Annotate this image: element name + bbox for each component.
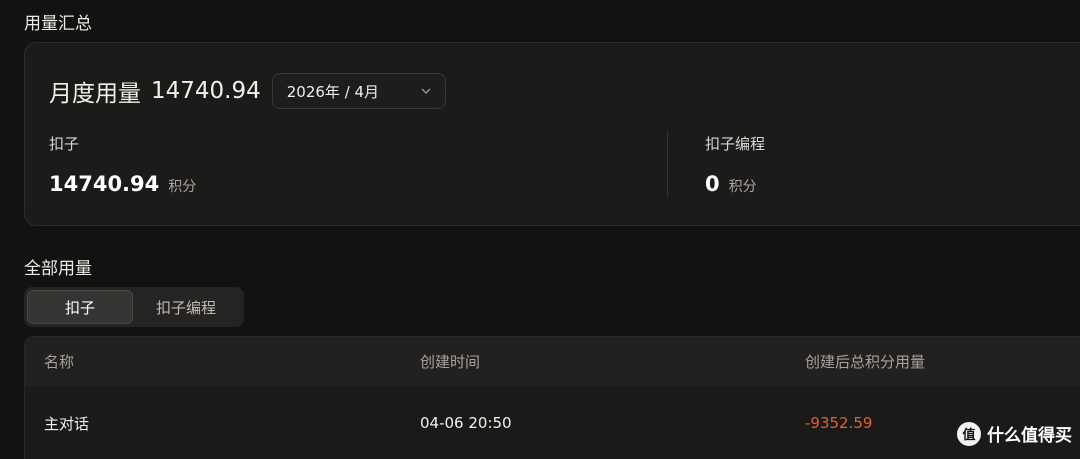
usage-summary-card: 月度用量 14740.94 2026年 / 4月 扣子 14740.94 积分 … bbox=[24, 42, 1080, 226]
stat-divider bbox=[667, 131, 668, 197]
monthly-usage-row: 月度用量 14740.94 2026年 / 4月 bbox=[49, 73, 446, 109]
stat-name: 扣子编程 bbox=[705, 135, 766, 153]
usage-tabs: 扣子 扣子编程 bbox=[24, 287, 244, 327]
column-header-usage[interactable]: 创建后总积分用量 bbox=[805, 351, 925, 372]
table-row[interactable]: 主对话 04-06 20:50 -9352.59 bbox=[25, 386, 1080, 459]
usage-page: 用量汇总 月度用量 14740.94 2026年 / 4月 扣子 14740.9… bbox=[0, 0, 1080, 459]
monthly-usage-value: 14740.94 bbox=[151, 78, 261, 104]
summary-section-title: 用量汇总 bbox=[24, 14, 92, 34]
tab-kouzi-coding[interactable]: 扣子编程 bbox=[133, 290, 239, 324]
stat-unit: 积分 bbox=[728, 179, 757, 195]
row-usage: -9352.59 bbox=[805, 414, 873, 432]
month-select-value: 2026年 / 4月 bbox=[286, 82, 380, 101]
stat-value: 0 bbox=[705, 172, 720, 196]
column-header-name[interactable]: 名称 bbox=[44, 351, 74, 372]
month-select[interactable]: 2026年 / 4月 bbox=[271, 73, 446, 109]
usage-table: 名称 创建时间 创建后总积分用量 主对话 04-06 20:50 -9352.5… bbox=[24, 336, 1080, 459]
all-usage-section-title: 全部用量 bbox=[24, 259, 92, 279]
watermark-text: 什么值得买 bbox=[987, 426, 1072, 446]
stat-kouzi: 扣子 14740.94 积分 bbox=[49, 133, 196, 196]
watermark: 值 什么值得买 bbox=[957, 421, 1072, 446]
monthly-usage-label: 月度用量 bbox=[49, 81, 141, 107]
row-created: 04-06 20:50 bbox=[420, 414, 512, 432]
column-header-created[interactable]: 创建时间 bbox=[420, 351, 480, 372]
table-header: 名称 创建时间 创建后总积分用量 bbox=[25, 337, 1080, 386]
row-name: 主对话 bbox=[44, 414, 90, 433]
stat-value: 14740.94 bbox=[49, 172, 160, 196]
chevron-down-icon bbox=[421, 88, 431, 94]
stat-kouzi-coding: 扣子编程 0 积分 bbox=[705, 133, 765, 196]
smzdm-logo-icon: 值 bbox=[957, 421, 981, 446]
stat-unit: 积分 bbox=[168, 179, 197, 195]
stat-name: 扣子 bbox=[49, 135, 80, 153]
tab-kouzi[interactable]: 扣子 bbox=[27, 290, 133, 324]
